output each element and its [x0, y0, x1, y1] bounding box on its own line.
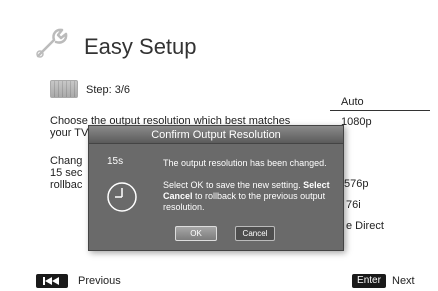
skip-back-icon [43, 277, 59, 285]
description-line: 15 sec [50, 167, 83, 179]
enter-button[interactable]: Enter [352, 274, 386, 288]
option-auto[interactable]: Auto [341, 96, 364, 108]
confirm-resolution-dialog: Confirm Output Resolution 15s The output… [88, 125, 344, 251]
dialog-instructions: Select OK to save the new setting. Selec… [163, 180, 339, 213]
dialog-title: Confirm Output Resolution [89, 126, 343, 144]
previous-label: Previous [78, 275, 121, 287]
wrench-icon [36, 28, 68, 58]
page-title: Easy Setup [84, 34, 197, 59]
divider [330, 110, 430, 111]
step-icon [50, 80, 78, 98]
option-576p[interactable]: 576p [344, 178, 368, 190]
description-line: Chang [50, 155, 83, 167]
option-source-direct[interactable]: e Direct [346, 220, 384, 232]
ok-button[interactable]: OK [175, 226, 217, 241]
previous-button[interactable] [36, 274, 68, 288]
cancel-button[interactable]: Cancel [235, 226, 275, 241]
option-1080p[interactable]: 1080p [341, 116, 372, 128]
description-line: rollbac [50, 179, 83, 191]
instruction-text: Select OK to save the new setting. [163, 180, 301, 190]
countdown-timer: 15s [107, 156, 124, 167]
clock-icon [107, 182, 137, 212]
easy-setup-screen: Easy Setup Step: 3/6 Choose the output r… [0, 0, 438, 291]
dialog-message: The output resolution has been changed. [163, 158, 327, 168]
option-576i[interactable]: 76i [346, 199, 361, 211]
step-indicator: Step: 3/6 [86, 84, 131, 96]
next-label: Next [392, 275, 415, 287]
description-text-2: Chang 15 sec rollbac [50, 155, 90, 191]
